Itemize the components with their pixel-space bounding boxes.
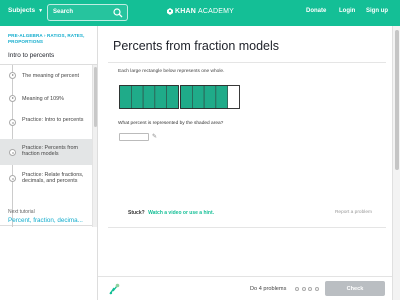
page-scrollbar[interactable] xyxy=(392,26,400,300)
unshaded-part xyxy=(227,85,240,109)
top-navigation-bar: Subjects ▼ Search KHAN ACADEMY Donate Log… xyxy=(0,0,400,26)
progress-dots xyxy=(295,286,319,291)
shaded-part xyxy=(142,85,156,109)
tutorial-item-list: The meaning of percent Meaning of 109% P… xyxy=(0,64,97,227)
practice-icon xyxy=(9,119,16,126)
page-scroll-thumb[interactable] xyxy=(395,30,399,170)
search-box[interactable]: Search xyxy=(47,4,128,21)
subjects-menu-button[interactable]: Subjects ▼ xyxy=(8,7,43,14)
donate-link[interactable]: Donate xyxy=(306,8,326,14)
stuck-row: Stuck? Watch a video or use a hint. xyxy=(128,210,214,216)
sidebar-scroll-thumb[interactable] xyxy=(94,67,97,127)
video-play-icon xyxy=(9,95,16,102)
signup-link[interactable]: Sign up xyxy=(366,8,388,14)
sidebar-scrollbar[interactable] xyxy=(92,65,97,227)
sidebar-item-percents-from-fraction-models[interactable]: Practice: Percents from fraction models xyxy=(0,139,92,165)
energy-points-icon xyxy=(109,283,120,295)
breadcrumb[interactable]: PRE-ALGEBRA › RATIOS, RATES, PROPORTIONS xyxy=(8,33,96,45)
shaded-part xyxy=(166,85,179,109)
page-title: Percents from fraction models xyxy=(113,39,280,53)
subjects-label: Subjects xyxy=(8,7,36,14)
khan-academy-logo[interactable]: KHAN ACADEMY xyxy=(167,8,234,15)
brand-name-academy: ACADEMY xyxy=(198,8,235,15)
exercise-main: Percents from fraction models Each large… xyxy=(98,26,392,276)
problem-goal-text: Do 4 problems xyxy=(250,286,287,292)
sidebar-item-meaning-of-109[interactable]: Meaning of 109% xyxy=(0,87,92,109)
sidebar-item-relate-fractions[interactable]: Practice: Relate fractions, decimals, an… xyxy=(0,165,92,201)
shaded-part xyxy=(180,85,193,109)
stuck-label: Stuck? xyxy=(128,210,145,216)
login-link[interactable]: Login xyxy=(339,8,355,14)
sidebar-item-label: The meaning of percent xyxy=(22,73,79,79)
progress-dot xyxy=(314,286,319,291)
hint-link[interactable]: Watch a video or use a hint. xyxy=(148,210,214,216)
problem-area: Each large rectangle below represents on… xyxy=(108,62,386,228)
tutorial-title: Intro to percents xyxy=(8,52,55,59)
sidebar-item-label: Meaning of 109% xyxy=(22,96,64,102)
shaded-part xyxy=(154,85,167,109)
shaded-part xyxy=(119,85,132,109)
exercise-footer: Do 4 problems Check xyxy=(98,276,392,300)
sidebar-item-label: Practice: Percents from fraction models xyxy=(22,145,79,158)
brand-name-khan: KHAN xyxy=(175,8,197,15)
leaf-logo-icon xyxy=(167,8,173,15)
practice-icon xyxy=(9,149,16,156)
sidebar-item-meaning-of-percent[interactable]: The meaning of percent xyxy=(0,65,92,87)
question-text: What percent is represented by the shade… xyxy=(118,121,224,126)
shaded-part xyxy=(215,85,228,109)
fraction-model xyxy=(119,85,240,109)
sidebar-item-label: Practice: Intro to percents xyxy=(22,117,84,123)
video-play-icon xyxy=(9,72,16,79)
progress-dot xyxy=(301,286,306,291)
instruction-text: Each large rectangle below represents on… xyxy=(118,69,225,74)
search-placeholder[interactable]: Search xyxy=(53,9,73,15)
next-tutorial-label: Next tutorial xyxy=(8,209,35,215)
practice-icon xyxy=(9,175,16,182)
next-tutorial-link[interactable]: Percent, fraction, decima... xyxy=(8,217,94,224)
progress-dot xyxy=(308,286,312,291)
answer-input[interactable] xyxy=(119,133,149,141)
shaded-part xyxy=(192,85,205,109)
shaded-part xyxy=(131,85,144,109)
pencil-icon: ✎ xyxy=(152,134,158,140)
shaded-part xyxy=(203,85,217,109)
tutorial-sidebar: PRE-ALGEBRA › RATIOS, RATES, PROPORTIONS… xyxy=(0,26,98,300)
progress-dot xyxy=(295,286,299,291)
check-button[interactable]: Check xyxy=(325,281,385,296)
sidebar-item-label: Practice: Relate fractions, decimals, an… xyxy=(22,172,84,185)
chevron-down-icon: ▼ xyxy=(38,7,44,14)
search-icon[interactable] xyxy=(113,8,123,18)
report-problem-link[interactable]: Report a problem xyxy=(335,210,372,215)
sidebar-item-intro-to-percents[interactable]: Practice: Intro to percents xyxy=(0,109,92,139)
